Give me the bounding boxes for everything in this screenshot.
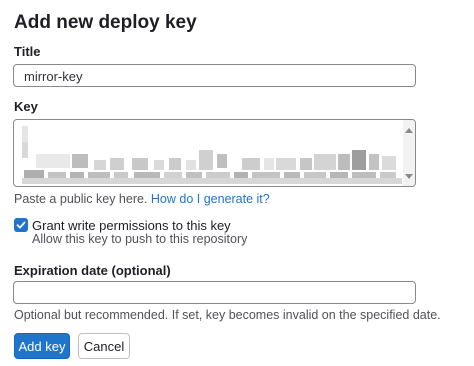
write-access-checkbox[interactable]	[14, 218, 28, 232]
expiration-date-input[interactable]	[13, 281, 416, 304]
generate-key-link[interactable]: How do I generate it?	[151, 192, 270, 206]
write-access-help: Allow this key to push to this repositor…	[32, 232, 248, 246]
write-access-label[interactable]: Grant write permissions to this key	[32, 218, 231, 233]
title-input[interactable]: mirror-key	[13, 64, 416, 87]
key-help: Paste a public key here. How do I genera…	[14, 192, 270, 206]
cancel-button[interactable]: Cancel	[78, 333, 130, 359]
title-input-value: mirror-key	[24, 69, 83, 84]
key-label: Key	[14, 99, 38, 114]
expiration-date-value	[14, 282, 415, 286]
arrow-up-icon[interactable]	[405, 128, 413, 133]
arrow-down-icon[interactable]	[405, 174, 413, 179]
expiration-help: Optional but recommended. If set, key be…	[14, 308, 441, 322]
key-textarea[interactable]	[13, 119, 416, 187]
page-title: Add new deploy key	[14, 12, 197, 33]
key-help-text: Paste a public key here.	[14, 192, 148, 206]
key-scrollbar[interactable]	[403, 120, 415, 186]
check-icon	[16, 221, 26, 229]
add-key-button[interactable]: Add key	[14, 333, 70, 359]
expiration-label: Expiration date (optional)	[14, 263, 171, 278]
title-label: Title	[14, 44, 41, 59]
